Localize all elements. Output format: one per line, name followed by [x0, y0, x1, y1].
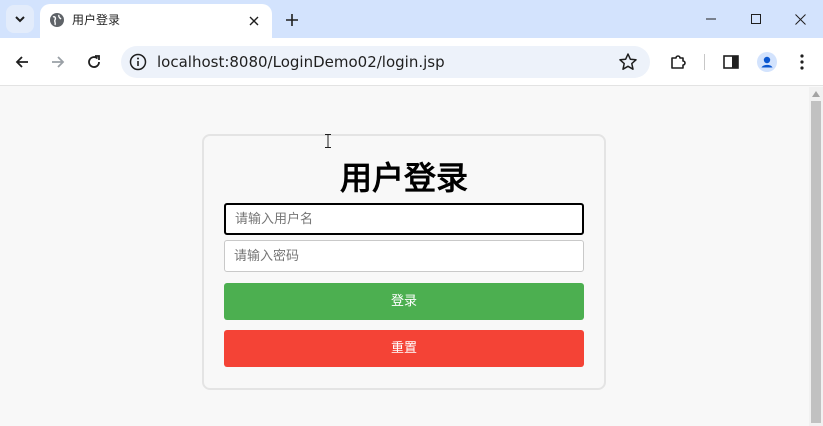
extensions-button[interactable] — [666, 50, 690, 74]
url-text[interactable]: localhost:8080/LoginDemo02/login.jsp — [157, 53, 445, 71]
minimize-icon — [706, 18, 716, 20]
reload-button[interactable] — [80, 48, 108, 76]
site-info-icon[interactable] — [129, 53, 147, 71]
page-scrollbar[interactable] — [809, 87, 823, 426]
minimize-button[interactable] — [688, 0, 734, 38]
profile-avatar-icon — [757, 52, 777, 72]
maximize-icon — [751, 14, 761, 24]
tab-title: 用户登录 — [72, 13, 121, 27]
browser-toolbar: localhost:8080/LoginDemo02/login.jsp — [0, 38, 823, 86]
username-input[interactable] — [224, 203, 584, 235]
tab-search-button[interactable] — [6, 5, 34, 33]
forward-button[interactable] — [44, 48, 72, 76]
close-window-icon — [794, 13, 806, 25]
tab-strip: 用户登录 — [0, 0, 823, 38]
side-panel-button[interactable] — [719, 50, 743, 74]
maximize-button[interactable] — [733, 0, 779, 38]
more-menu-icon — [800, 54, 804, 70]
tab-close-button[interactable] — [244, 11, 264, 31]
back-button[interactable] — [8, 48, 36, 76]
more-menu-button[interactable] — [790, 50, 814, 74]
star-icon[interactable] — [618, 52, 638, 72]
extensions-icon — [671, 55, 686, 69]
password-input[interactable] — [224, 240, 584, 272]
plus-icon — [286, 14, 298, 26]
browser-tab[interactable]: 用户登录 — [40, 4, 272, 38]
reload-icon — [88, 55, 100, 68]
forward-arrow-icon — [52, 56, 65, 68]
profile-button[interactable] — [755, 50, 779, 74]
text-cursor-icon — [325, 134, 331, 148]
new-tab-button[interactable] — [280, 8, 304, 32]
back-arrow-icon — [15, 56, 28, 68]
chevron-down-icon — [15, 16, 25, 23]
scroll-thumb[interactable] — [811, 101, 821, 423]
login-button[interactable]: 登录 — [224, 283, 584, 320]
scroll-up-arrow-icon[interactable] — [812, 91, 820, 97]
close-icon — [249, 16, 259, 26]
reset-button[interactable]: 重置 — [224, 330, 584, 367]
close-window-button[interactable] — [777, 0, 823, 38]
page-title: 用户登录 — [339, 159, 468, 197]
globe-icon — [50, 13, 64, 27]
toolbar-separator — [704, 54, 705, 70]
address-bar[interactable]: localhost:8080/LoginDemo02/login.jsp — [121, 46, 650, 78]
side-panel-icon — [723, 55, 739, 69]
page-viewport: 用户登录 登录 重置 — [0, 87, 809, 426]
login-card: 用户登录 登录 重置 — [202, 134, 606, 390]
